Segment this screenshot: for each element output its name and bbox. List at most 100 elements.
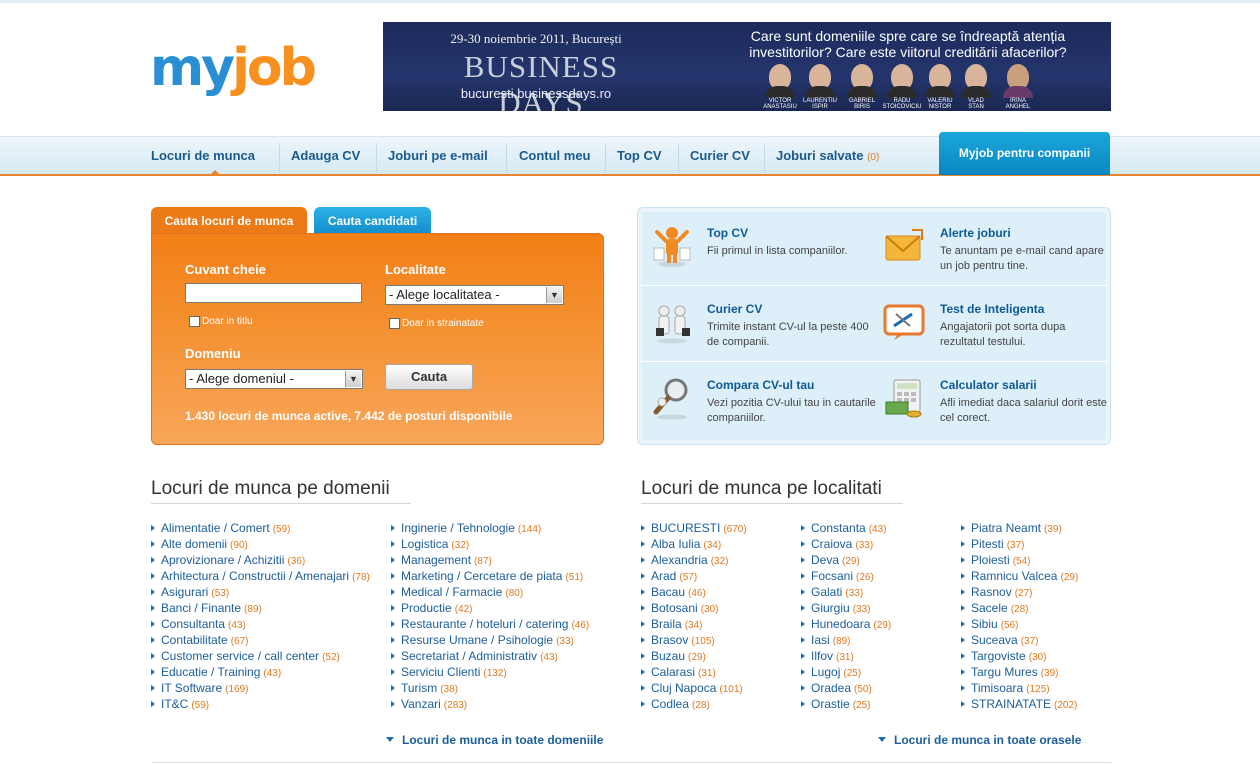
tab-search-candidates[interactable]: Cauta candidati xyxy=(314,207,431,235)
list-item-link[interactable]: Consultanta xyxy=(161,617,225,631)
list-item[interactable]: Customer service / call center (52) xyxy=(151,648,370,664)
list-item-link[interactable]: Giurgiu xyxy=(811,601,850,615)
domain-select[interactable]: - Alege domeniul - ▼ xyxy=(185,369,363,389)
nav-contul-meu[interactable]: Contul meu xyxy=(519,143,606,173)
list-item[interactable]: Sacele (28) xyxy=(961,600,1078,616)
list-item-link[interactable]: Restaurante / hoteluri / catering xyxy=(401,617,568,631)
checkbox-box[interactable] xyxy=(189,316,200,327)
list-item[interactable]: Alte domenii (90) xyxy=(151,536,370,552)
list-item[interactable]: Targoviste (30) xyxy=(961,648,1078,664)
list-item[interactable]: Management (87) xyxy=(391,552,589,568)
list-item[interactable]: Iasi (89) xyxy=(801,632,891,648)
list-item-link[interactable]: Aprovizionare / Achizitii xyxy=(161,553,284,567)
list-item[interactable]: IT Software (169) xyxy=(151,680,370,696)
list-item-link[interactable]: Inginerie / Tehnologie xyxy=(401,521,515,535)
list-item-link[interactable]: Orastie xyxy=(811,697,850,711)
list-item[interactable]: Alba Iulia (34) xyxy=(641,536,747,552)
list-item-link[interactable]: Piatra Neamt xyxy=(971,521,1041,535)
list-item[interactable]: IT&C (59) xyxy=(151,696,370,712)
feature-title[interactable]: Compara CV-ul tau xyxy=(707,378,814,392)
list-item-link[interactable]: Oradea xyxy=(811,681,851,695)
feature-title[interactable]: Test de Inteligenta xyxy=(940,302,1044,316)
list-item-link[interactable]: Resurse Umane / Psihologie xyxy=(401,633,553,647)
list-item[interactable]: Vanzari (283) xyxy=(391,696,589,712)
nav-joburi-email[interactable]: Joburi pe e-mail xyxy=(388,143,507,173)
all-domains-link[interactable]: Locuri de munca in toate domeniile xyxy=(386,733,603,747)
list-item[interactable]: Targu Mures (39) xyxy=(961,664,1078,680)
only-abroad-checkbox[interactable]: Doar in strainatate xyxy=(389,318,484,329)
list-item-link[interactable]: IT Software xyxy=(161,681,222,695)
only-title-checkbox[interactable]: Doar in titlu xyxy=(189,316,253,327)
list-item-link[interactable]: Arhitectura / Constructii / Amenajari xyxy=(161,569,349,583)
list-item[interactable]: Serviciu Clienti (132) xyxy=(391,664,589,680)
list-item[interactable]: Hunedoara (29) xyxy=(801,616,891,632)
list-item-link[interactable]: Ploiesti xyxy=(971,553,1010,567)
list-item[interactable]: Marketing / Cercetare de piata (51) xyxy=(391,568,589,584)
calculator-icon[interactable] xyxy=(882,376,926,420)
business-days-banner[interactable]: 29-30 noiembrie 2011, București BUSINESS… xyxy=(383,22,1111,111)
list-item-link[interactable]: Hunedoara xyxy=(811,617,870,631)
list-item[interactable]: Galati (33) xyxy=(801,584,891,600)
courier-icon[interactable] xyxy=(650,300,694,344)
checkbox-box[interactable] xyxy=(389,318,400,329)
nav-adauga-cv[interactable]: Adauga CV xyxy=(291,143,377,173)
list-item-link[interactable]: Constanta xyxy=(811,521,866,535)
list-item-link[interactable]: Ramnicu Valcea xyxy=(971,569,1057,583)
list-item-link[interactable]: Productie xyxy=(401,601,452,615)
list-item[interactable]: Rasnov (27) xyxy=(961,584,1078,600)
search-button[interactable]: Cauta xyxy=(385,364,473,390)
list-item-link[interactable]: Cluj Napoca xyxy=(651,681,716,695)
list-item-link[interactable]: Bacau xyxy=(651,585,685,599)
feature-title[interactable]: Top CV xyxy=(707,226,748,240)
list-item[interactable]: Orastie (25) xyxy=(801,696,891,712)
list-item-link[interactable]: Braila xyxy=(651,617,682,631)
list-item-link[interactable]: Brasov xyxy=(651,633,688,647)
list-item-link[interactable]: BUCURESTI xyxy=(651,521,720,535)
chevron-down-icon[interactable]: ▼ xyxy=(345,371,361,387)
list-item[interactable]: Arhitectura / Constructii / Amenajari (78… xyxy=(151,568,370,584)
list-item[interactable]: Contabilitate (67) xyxy=(151,632,370,648)
top-cv-icon[interactable] xyxy=(650,224,694,268)
list-item-link[interactable]: STRAINATATE xyxy=(971,697,1051,711)
list-item-link[interactable]: Iasi xyxy=(811,633,830,647)
list-item-link[interactable]: Secretariat / Administrativ xyxy=(401,649,537,663)
list-item-link[interactable]: Asigurari xyxy=(161,585,208,599)
list-item[interactable]: Inginerie / Tehnologie (144) xyxy=(391,520,589,536)
tab-search-jobs[interactable]: Cauta locuri de munca xyxy=(151,207,307,235)
myjob-logo[interactable]: myjob xyxy=(150,40,317,100)
list-item-link[interactable]: Alte domenii xyxy=(161,537,227,551)
list-item[interactable]: Deva (29) xyxy=(801,552,891,568)
feature-title[interactable]: Curier CV xyxy=(707,302,762,316)
list-item-link[interactable]: Educatie / Training xyxy=(161,665,260,679)
feature-title[interactable]: Calculator salarii xyxy=(940,378,1037,392)
list-item[interactable]: Alimentatie / Comert (59) xyxy=(151,520,370,536)
list-item-link[interactable]: Deva xyxy=(811,553,839,567)
envelope-icon[interactable] xyxy=(882,224,926,268)
list-item-link[interactable]: Targu Mures xyxy=(971,665,1038,679)
nav-top-cv[interactable]: Top CV xyxy=(617,143,679,173)
list-item-link[interactable]: Alba Iulia xyxy=(651,537,700,551)
list-item-link[interactable]: Timisoara xyxy=(971,681,1023,695)
list-item-link[interactable]: Management xyxy=(401,553,471,567)
list-item-link[interactable]: Focsani xyxy=(811,569,853,583)
list-item[interactable]: Ramnicu Valcea (29) xyxy=(961,568,1078,584)
list-item-link[interactable]: Galati xyxy=(811,585,842,599)
list-item[interactable]: Codlea (28) xyxy=(641,696,747,712)
list-item-link[interactable]: Suceava xyxy=(971,633,1018,647)
list-item[interactable]: Bacau (46) xyxy=(641,584,747,600)
list-item-link[interactable]: Targoviste xyxy=(971,649,1026,663)
all-cities-link[interactable]: Locuri de munca in toate orasele xyxy=(878,733,1081,747)
list-item-link[interactable]: Alexandria xyxy=(651,553,708,567)
list-item[interactable]: Craiova (33) xyxy=(801,536,891,552)
list-item[interactable]: Consultanta (43) xyxy=(151,616,370,632)
list-item[interactable]: Timisoara (125) xyxy=(961,680,1078,696)
list-item[interactable]: Banci / Finante (89) xyxy=(151,600,370,616)
list-item[interactable]: Secretariat / Administrativ (43) xyxy=(391,648,589,664)
list-item[interactable]: Medical / Farmacie (80) xyxy=(391,584,589,600)
chevron-down-icon[interactable]: ▼ xyxy=(546,287,562,303)
list-item[interactable]: Focsani (26) xyxy=(801,568,891,584)
list-item-link[interactable]: Turism xyxy=(401,681,437,695)
list-item-link[interactable]: Alimentatie / Comert xyxy=(161,521,270,535)
list-item[interactable]: Sibiu (56) xyxy=(961,616,1078,632)
nav-locuri-de-munca[interactable]: Locuri de munca xyxy=(151,143,280,173)
